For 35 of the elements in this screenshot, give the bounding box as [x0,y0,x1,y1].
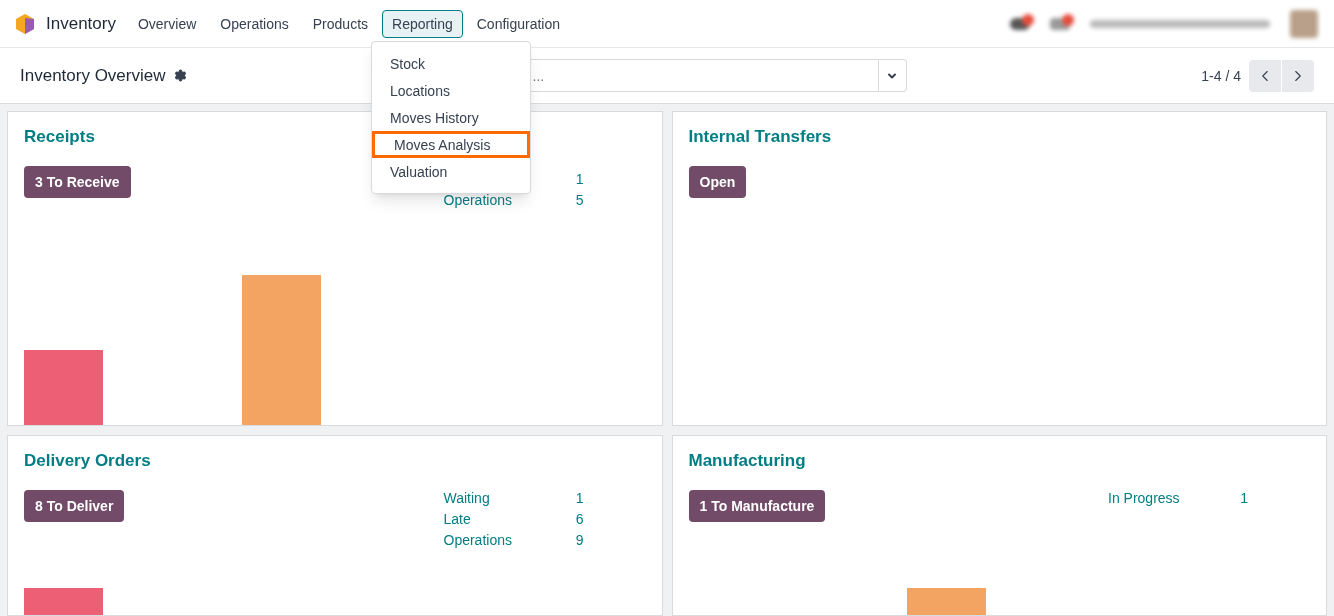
stat-link[interactable]: In Progress [1108,487,1180,508]
stat-count[interactable]: 5 [575,189,584,210]
menu-tab[interactable]: Overview [127,9,207,38]
card-action-button[interactable]: Open [688,165,747,198]
dropdown-item[interactable]: Valuation [372,158,530,185]
settings-icon[interactable] [173,69,187,82]
cube-logo-icon [16,13,34,34]
pager-value: 1-4 / 4 [1201,66,1241,86]
menu-tab[interactable]: Products [302,9,379,38]
previous-page-button[interactable] [1249,59,1281,92]
menu-tab[interactable]: Configuration [466,9,570,38]
card-action-button[interactable]: 8 To Deliver [24,489,125,522]
card-title[interactable]: Internal Transfers [688,124,1310,150]
card-action-button[interactable]: 1 To Manufacture [688,489,826,522]
menu-tab[interactable]: Reporting [382,9,463,38]
menu-tab[interactable]: Operations [210,9,299,38]
card-action-button[interactable]: 3 To Receive [24,165,131,198]
dropdown-item[interactable]: Moves Analysis [372,131,530,158]
stat-count[interactable]: 1 [1240,487,1248,508]
stat-count[interactable]: 6 [575,508,584,529]
search-dropdown-toggle[interactable] [878,59,907,92]
stat-count[interactable]: 1 [575,487,584,508]
stat-count[interactable]: 1 [575,168,584,189]
card-title[interactable]: Manufacturing [688,448,1108,474]
next-page-button[interactable] [1282,59,1314,92]
stat-link[interactable]: Late [443,508,471,529]
stat-link[interactable]: Waiting [443,487,490,508]
card-title[interactable]: Delivery Orders [24,448,444,474]
breadcrumb: Inventory Overview [20,64,166,87]
avatar-icon[interactable] [1290,9,1318,38]
stat-count[interactable]: 9 [575,529,584,550]
dropdown-item[interactable]: Moves History [372,104,530,131]
stat-link[interactable]: Operations [443,529,512,550]
app-name[interactable]: Inventory [46,10,116,37]
stat-link[interactable]: Operations [443,189,512,210]
